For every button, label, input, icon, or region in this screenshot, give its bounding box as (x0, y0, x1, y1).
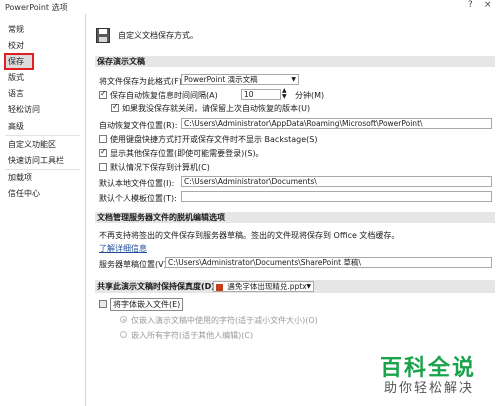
embed-fonts-checkbox[interactable] (99, 300, 107, 308)
offline-description: 不再支持将签出的文件保存到服务器草稿。签出的文件现将保存到 Office 文档缓… (99, 231, 400, 240)
autorecover-label: 保存自动恢复信息时间间隔(A) (110, 91, 218, 100)
banner-description: 自定义文档保存方式。 (118, 31, 198, 40)
minutes-spinner-icon[interactable]: ▲ ▼ (282, 88, 287, 100)
sidebar-item-customize-ribbon[interactable]: 自定义功能区 (8, 138, 78, 151)
help-icon[interactable]: ? (468, 0, 473, 10)
watermark-slogan: 助你轻松解决 (384, 381, 475, 396)
save-to-computer-checkbox[interactable] (99, 163, 107, 171)
drafts-location-input[interactable]: C:\Users\Administrator\Documents\SharePo… (165, 257, 492, 268)
local-location-value: C:\Users\Administrator\Documents\ (184, 177, 317, 186)
format-label: 将文件保存为此格式(F): (99, 77, 185, 86)
options-sidebar: 常规 校对 保存 版式 语言 轻松访问 高级 自定义功能区 快速访问工具栏 加载… (0, 14, 85, 406)
autorecover-minutes-input[interactable]: 10 (241, 89, 281, 100)
section-header-save: 保存演示文稿 (95, 56, 495, 67)
embed-all-chars-radio[interactable] (120, 331, 127, 338)
sidebar-item-layout[interactable]: 版式 (8, 71, 78, 84)
floppy-disk-icon (96, 28, 110, 43)
autorecover-location-input[interactable]: C:\Users\Administrator\AppData\Roaming\M… (181, 118, 492, 129)
keep-last-version-checkbox[interactable] (111, 102, 119, 112)
sidebar-item-quick-access-toolbar[interactable]: 快速访问工具栏 (8, 154, 78, 167)
close-icon[interactable]: × (484, 0, 492, 10)
backstage-checkbox[interactable] (99, 135, 107, 143)
title-bar: PowerPoint 选项 ? × (0, 0, 500, 14)
sidebar-item-proofing[interactable]: 校对 (8, 39, 78, 52)
chevron-down-icon: ▼ (306, 283, 311, 290)
sidebar-item-language[interactable]: 语言 (8, 87, 78, 100)
save-to-computer-label: 默认情况下保存到计算机(C) (110, 163, 210, 172)
sidebar-item-general[interactable]: 常规 (8, 23, 78, 36)
minutes-label: 分钟(M) (295, 91, 325, 100)
fidelity-file-select[interactable]: 遇免字体出现精兑.pptx ▼ (213, 281, 314, 292)
embed-used-chars-radio[interactable] (120, 316, 127, 323)
sidebar-divider (5, 169, 80, 170)
sidebar-divider-vertical (85, 14, 86, 406)
fidelity-file-value: 遇免字体出现精兑.pptx (227, 282, 307, 291)
format-select[interactable]: PowerPoint 演示文稿 ▼ (181, 74, 299, 85)
format-select-value: PowerPoint 演示文稿 (184, 75, 258, 84)
show-more-locations-label: 显示其他保存位置(即使可能需要登录)(S)。 (110, 149, 264, 158)
local-location-label: 默认本地文件位置(I): (99, 179, 175, 188)
embed-all-chars-label: 嵌入所有字符(适于其他人编辑)(C) (131, 331, 254, 340)
window-title: PowerPoint 选项 (5, 3, 68, 12)
sidebar-divider (5, 135, 80, 136)
personal-templates-input[interactable] (181, 191, 492, 202)
sidebar-item-trust-center[interactable]: 信任中心 (8, 187, 78, 200)
sidebar-item-accessibility[interactable]: 轻松访问 (8, 103, 78, 116)
personal-templates-label: 默认个人模板位置(T): (99, 194, 177, 203)
backstage-label: 使用键盘快捷方式打开或保存文件时不显示 Backstage(S) (110, 135, 318, 144)
sidebar-item-save[interactable]: 保存 (4, 53, 34, 70)
local-location-input[interactable]: C:\Users\Administrator\Documents\ (181, 176, 492, 187)
embed-fonts-label: 将字体嵌入文件(E) (110, 298, 184, 311)
chevron-down-icon: ▼ (291, 76, 296, 83)
powerpoint-file-icon (216, 283, 223, 291)
autorecover-location-value: C:\Users\Administrator\AppData\Roaming\M… (184, 119, 423, 128)
learn-more-link[interactable]: 了解详细信息 (99, 243, 147, 254)
drafts-location-label: 服务器草稿位置(V): (99, 260, 170, 269)
embed-used-chars-label: 仅嵌入演示文稿中使用的字符(适于减小文件大小)(O) (131, 316, 318, 325)
autorecover-checkbox[interactable] (99, 89, 107, 99)
show-more-locations-checkbox[interactable] (99, 147, 107, 157)
sidebar-item-advanced[interactable]: 高级 (8, 120, 78, 133)
drafts-location-value: C:\Users\Administrator\Documents\SharePo… (168, 258, 361, 267)
section-header-offline: 文档管理服务器文件的脱机编辑选项 (95, 212, 495, 223)
autorecover-location-label: 自动恢复文件位置(R): (99, 121, 178, 130)
keep-last-version-label: 如果我没保存就关闭，请保留上次自动恢复的版本(U) (122, 104, 311, 113)
autorecover-minutes-value: 10 (244, 90, 254, 99)
sidebar-item-addins[interactable]: 加载项 (8, 171, 78, 184)
fidelity-header-label: 共享此演示文稿时保持保真度(D): (97, 282, 219, 291)
